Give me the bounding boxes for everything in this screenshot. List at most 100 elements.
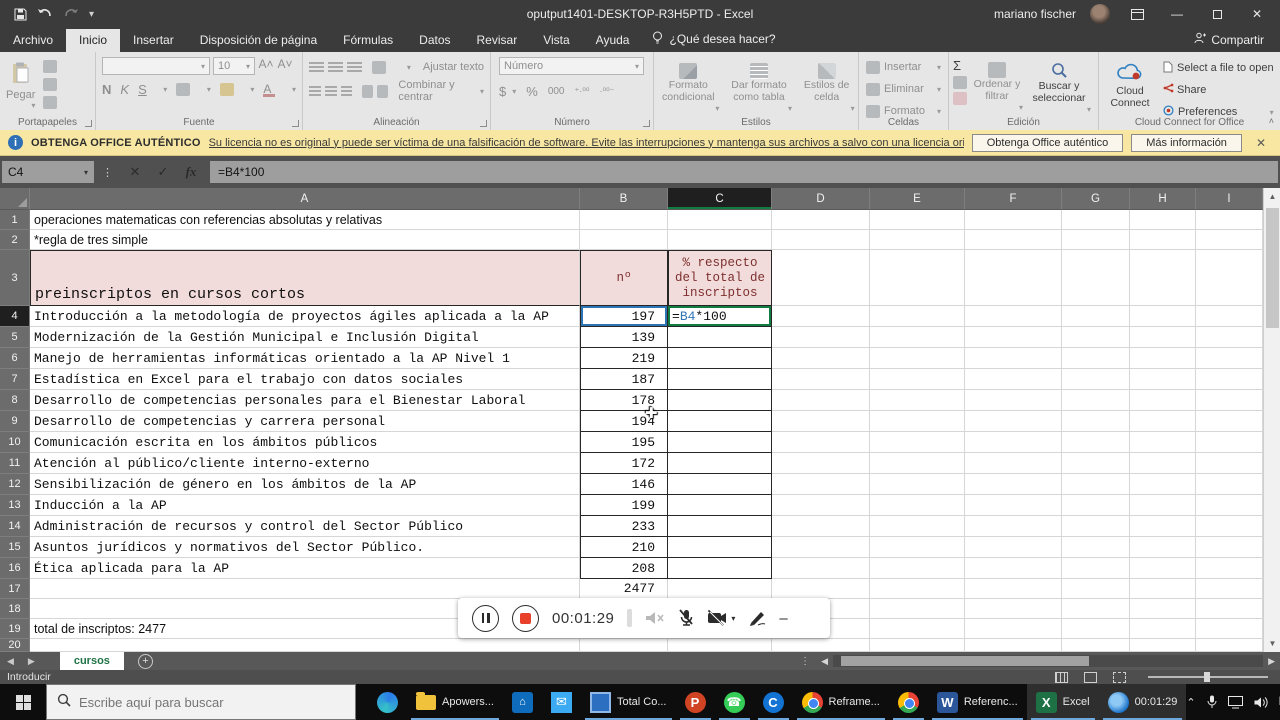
formula-input[interactable]: =B4*100 (210, 161, 1278, 183)
cell-G1[interactable] (1062, 210, 1130, 230)
row-header-6[interactable]: 6 (0, 348, 30, 369)
cell-C3[interactable]: % respecto del total de inscriptos (668, 250, 772, 306)
align-center-icon[interactable] (324, 85, 337, 97)
row-header-3[interactable]: 3 (0, 250, 30, 306)
cell-F7[interactable] (965, 369, 1062, 390)
cell-H6[interactable] (1130, 348, 1196, 369)
tab-revisar[interactable]: Revisar (464, 29, 531, 52)
sort-filter-button[interactable]: Ordenar y filtrar ▾ (971, 56, 1023, 116)
conditional-formatting-button[interactable]: Formato condicional ▾ (657, 57, 719, 115)
cell-H9[interactable] (1130, 411, 1196, 432)
row-header-2[interactable]: 2 (0, 230, 30, 250)
cell-G3[interactable] (1062, 250, 1130, 306)
cell-C12[interactable] (668, 474, 772, 495)
start-button[interactable] (0, 684, 46, 720)
cell-C1[interactable] (668, 210, 772, 230)
tray-expand-icon[interactable]: ⌃ (1186, 696, 1195, 709)
cell-C16[interactable] (668, 558, 772, 579)
cell-B3[interactable]: nº (580, 250, 668, 306)
font-size-combo[interactable]: 10 ▾ (213, 57, 255, 75)
row-header-19[interactable]: 19 (0, 619, 30, 639)
cell-G16[interactable] (1062, 558, 1130, 579)
tell-me-box[interactable]: ¿Qué desea hacer? (642, 27, 785, 52)
cell-E20[interactable] (870, 639, 965, 652)
underline-button[interactable]: S (138, 82, 147, 97)
decrease-font-icon[interactable]: A˅ (277, 57, 293, 75)
cell-F5[interactable] (965, 327, 1062, 348)
cell-A2[interactable]: *regla de tres simple (30, 230, 580, 250)
cell-F3[interactable] (965, 250, 1062, 306)
cell-I17[interactable] (1196, 579, 1263, 599)
page-break-view-icon[interactable] (1113, 671, 1126, 683)
column-header-D[interactable]: D (772, 188, 870, 210)
taskbar-app-chrome[interactable] (889, 684, 928, 720)
cell-D4[interactable] (772, 306, 870, 327)
cell-E14[interactable] (870, 516, 965, 537)
cell-D5[interactable] (772, 327, 870, 348)
cell-D3[interactable] (772, 250, 870, 306)
comma-format-icon[interactable]: 000 (548, 86, 565, 97)
cloud-share-button[interactable]: Share (1177, 84, 1206, 96)
cell-I5[interactable] (1196, 327, 1263, 348)
increase-decimal-icon[interactable]: ⁺·⁰⁰ (575, 86, 590, 97)
row-header-16[interactable]: 16 (0, 558, 30, 579)
decrease-indent-icon[interactable] (362, 84, 374, 98)
cell-I13[interactable] (1196, 495, 1263, 516)
cell-E19[interactable] (870, 619, 965, 639)
cell-F13[interactable] (965, 495, 1062, 516)
currency-format-icon[interactable]: $ (499, 84, 506, 99)
cell-F4[interactable] (965, 306, 1062, 327)
row-header-11[interactable]: 11 (0, 453, 30, 474)
column-header-E[interactable]: E (870, 188, 965, 210)
cell-F20[interactable] (965, 639, 1062, 652)
cell-E3[interactable] (870, 250, 965, 306)
cell-D16[interactable] (772, 558, 870, 579)
cell-D12[interactable] (772, 474, 870, 495)
cell-A16[interactable]: Ética aplicada para la AP (30, 558, 580, 579)
row-header-20[interactable]: 20 (0, 639, 30, 652)
cell-I8[interactable] (1196, 390, 1263, 411)
cell-styles-button[interactable]: Estilos de celda ▾ (799, 57, 855, 115)
cell-A9[interactable]: Desarrollo de competencias y carrera per… (30, 411, 580, 432)
font-color-icon[interactable]: A (263, 82, 276, 97)
formula-bar-splitter[interactable]: ⋮ (96, 166, 120, 179)
cell-H10[interactable] (1130, 432, 1196, 453)
user-avatar[interactable] (1090, 4, 1110, 24)
cell-I15[interactable] (1196, 537, 1263, 558)
restore-button[interactable] (1204, 4, 1230, 24)
cell-H11[interactable] (1130, 453, 1196, 474)
redo-button[interactable] (63, 8, 79, 21)
cell-I19[interactable] (1196, 619, 1263, 639)
bold-button[interactable]: N (102, 82, 111, 97)
hscroll-left-icon[interactable]: ◀ (816, 656, 833, 667)
cell-D1[interactable] (772, 210, 870, 230)
wrap-text-button[interactable]: Ajustar texto (423, 61, 484, 73)
taskbar-app-apowersoft[interactable]: Apowers... (407, 684, 503, 720)
alignment-dialog-launcher[interactable] (480, 120, 487, 127)
cell-H1[interactable] (1130, 210, 1196, 230)
cell-B7[interactable]: 187 (580, 369, 668, 390)
cell-A11[interactable]: Atención al público/cliente interno-exte… (30, 453, 580, 474)
taskbar-app-recorder[interactable]: 00:01:29 (1098, 684, 1187, 720)
cell-C20[interactable] (668, 639, 772, 652)
taskbar-app-word[interactable]: W Referenc... (928, 684, 1027, 720)
cell-H13[interactable] (1130, 495, 1196, 516)
cell-A12[interactable]: Sensibilización de género en los ámbitos… (30, 474, 580, 495)
delete-cells-button[interactable]: Eliminar (884, 83, 924, 95)
taskbar-app-edge[interactable] (368, 684, 407, 720)
cell-I11[interactable] (1196, 453, 1263, 474)
align-left-icon[interactable] (309, 85, 321, 97)
tab-vista[interactable]: Vista (530, 29, 582, 52)
tab-disposicion[interactable]: Disposición de página (187, 29, 330, 52)
fill-icon[interactable] (953, 76, 967, 89)
cell-A15[interactable]: Asuntos jurídicos y normativos del Secto… (30, 537, 580, 558)
cell-A7[interactable]: Estadística en Excel para el trabajo con… (30, 369, 580, 390)
insert-function-icon[interactable]: fx (178, 161, 204, 183)
taskbar-app-powerpoint[interactable]: P (676, 684, 715, 720)
cell-H7[interactable] (1130, 369, 1196, 390)
undo-button[interactable] (37, 8, 53, 21)
page-layout-view-icon[interactable] (1084, 671, 1097, 683)
cell-I10[interactable] (1196, 432, 1263, 453)
cell-E2[interactable] (870, 230, 965, 250)
cell-E10[interactable] (870, 432, 965, 453)
